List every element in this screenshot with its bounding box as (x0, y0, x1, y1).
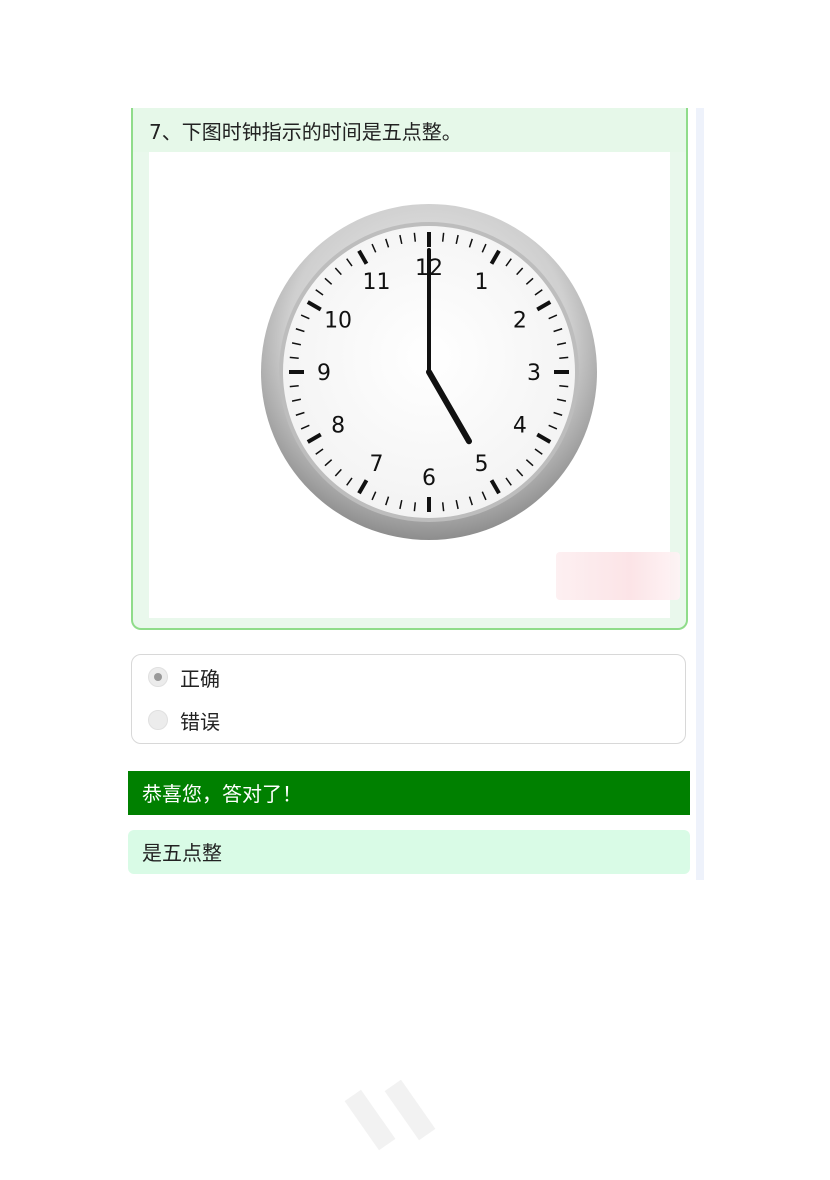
clock-number: 8 (331, 414, 345, 439)
clock-number: 10 (324, 309, 352, 334)
clock-number: 2 (513, 309, 527, 334)
clock-number: 5 (475, 452, 489, 477)
clock-number: 4 (513, 414, 527, 439)
answer-options: 正确 错误 (131, 654, 686, 744)
explanation-text: 是五点整 (128, 830, 690, 874)
clock-icon: 121234567891011 (261, 204, 597, 540)
radio-wrong[interactable] (148, 710, 168, 730)
minor-tick (413, 232, 417, 242)
minor-tick (441, 502, 445, 512)
option-wrong[interactable]: 错误 (148, 705, 220, 735)
question-card: 7、下图时钟指示的时间是五点整。 121234567891011 (131, 108, 688, 630)
minor-tick (441, 232, 445, 242)
stamp-mark (556, 552, 680, 600)
minor-tick (413, 502, 417, 512)
watermark-icon (344, 1080, 436, 1151)
option-label: 错误 (180, 709, 220, 734)
clock-number: 1 (475, 270, 489, 295)
minor-tick (559, 356, 569, 360)
radio-correct[interactable] (148, 667, 168, 687)
clock-image: 121234567891011 (149, 152, 680, 618)
clock-number: 6 (422, 466, 436, 491)
question-text: 7、下图时钟指示的时间是五点整。 (133, 108, 686, 152)
right-divider (696, 108, 704, 880)
option-label: 正确 (180, 666, 220, 691)
clock-number: 9 (317, 361, 331, 386)
minor-tick (289, 356, 299, 360)
clock-number: 7 (370, 452, 384, 477)
clock-number: 3 (527, 361, 541, 386)
result-message: 恭喜您，答对了！ (128, 771, 690, 815)
minor-tick (559, 384, 569, 388)
clock-number: 11 (363, 270, 391, 295)
option-correct[interactable]: 正确 (148, 662, 220, 692)
minor-tick (289, 384, 299, 388)
